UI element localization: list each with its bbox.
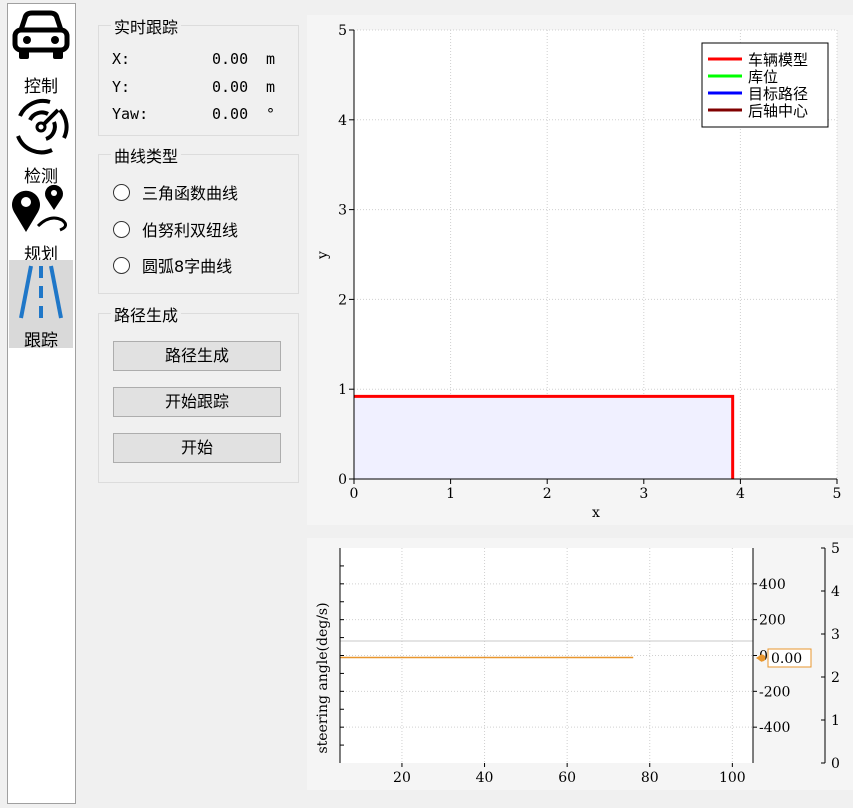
y-unit: m (266, 78, 276, 96)
realtime-group: 实时跟踪 X: 0.00 m Y: 0.00 m Yaw: 0.00 ° (98, 14, 299, 136)
start-tracking-button[interactable]: 开始跟踪 (113, 387, 281, 417)
y-tick-label: 2 (338, 292, 347, 308)
right-y-tick-label: 3 (831, 627, 840, 643)
group-title: 曲线类型 (111, 143, 182, 167)
x-label: X: (112, 50, 131, 68)
yaw-value: 0.00 (212, 105, 249, 123)
value-dot (758, 654, 766, 662)
group-title: 实时跟踪 (111, 14, 182, 38)
sidebar-item-control[interactable]: 控制 (9, 8, 73, 97)
x-tick-label: 20 (393, 770, 411, 786)
legend-label-parking: 库位 (748, 68, 778, 86)
y-tick-label: -400 (759, 720, 790, 736)
sidebar-item-label: 跟踪 (24, 331, 58, 351)
radio-lemniscate[interactable]: 伯努利双纽线 (113, 218, 238, 240)
right-y-tick-label: 2 (831, 670, 840, 686)
x-tick-label: 5 (833, 486, 842, 502)
radio-label: 圆弧8字曲线 (142, 257, 233, 276)
legend-label-target-path: 目标路径 (748, 85, 808, 103)
trajectory-plot-panel: 0 1 2 3 4 5 0 1 2 3 4 5 x y 车辆模型 库位 目标路径 后轴中心 (307, 15, 853, 525)
legend-label-vehicle: 车辆模型 (748, 51, 808, 69)
steering-plot-panel: 204060801004002000-200-400543210 steerin… (307, 538, 853, 790)
y-axis-label: y (315, 251, 331, 260)
radio-circle[interactable] (113, 256, 130, 274)
right-y-tick-label: 5 (831, 541, 840, 557)
yaw-unit: ° (266, 105, 276, 123)
group-title: 路径生成 (111, 302, 182, 326)
car-icon (12, 10, 70, 59)
radio-figure-eight[interactable]: 圆弧8字曲线 (113, 254, 232, 276)
sidebar-item-plan[interactable]: 规划 (9, 184, 73, 272)
x-tick-label: 0 (350, 486, 359, 502)
x-unit: m (266, 50, 276, 68)
sidebar-item-track[interactable]: 跟踪 (9, 260, 73, 351)
x-tick-label: 1 (446, 486, 455, 502)
vehicle-area (354, 396, 733, 479)
path-gen-group: 路径生成 路径生成 开始跟踪 开始 (98, 302, 299, 483)
right-y-tick-label: 4 (831, 584, 840, 600)
x-tick-label: 60 (558, 770, 576, 786)
y-label: Y: (112, 78, 131, 96)
map-pin-route-icon (12, 184, 67, 232)
y-tick-label: 400 (759, 577, 786, 593)
steering-plot[interactable]: 204060801004002000-200-400543210 steerin… (307, 538, 853, 790)
y-tick-label: -200 (759, 684, 790, 700)
radio-circle[interactable] (113, 220, 130, 238)
generate-path-button[interactable]: 路径生成 (113, 341, 281, 371)
sidebar-item-label: 控制 (24, 77, 58, 97)
y-tick-label: 1 (338, 382, 347, 398)
lane-road-icon (19, 265, 63, 319)
yaw-label: Yaw: (112, 105, 149, 123)
legend-label-rear-axle: 后轴中心 (748, 102, 808, 120)
radio-trig-curve[interactable]: 三角函数曲线 (113, 181, 238, 203)
radio-label: 三角函数曲线 (142, 184, 239, 203)
right-y-tick-label: 1 (831, 713, 840, 729)
radar-icon (16, 98, 69, 155)
y-tick-label: 5 (338, 23, 347, 39)
legend: 车辆模型 库位 目标路径 后轴中心 (701, 42, 829, 128)
trajectory-plot[interactable]: 0 1 2 3 4 5 0 1 2 3 4 5 x y 车辆模型 库位 目标路径 后轴中心 (307, 15, 853, 525)
y-tick-label: 200 (759, 613, 786, 629)
radio-label: 伯努利双纽线 (142, 221, 239, 240)
y-tick-label: 3 (338, 203, 347, 219)
y-axis-label: steering angle(deg/s) (315, 602, 331, 753)
curve-type-group: 曲线类型 三角函数曲线 伯努利双纽线 圆弧8字曲线 (98, 143, 299, 294)
sidebar-item-detect[interactable]: 检测 (9, 96, 73, 187)
y-tick-label: 0 (338, 472, 347, 488)
sidebar: 控制 检测 规划 跟踪 (7, 3, 76, 804)
x-tick-label: 100 (719, 770, 746, 786)
radio-circle[interactable] (113, 183, 130, 201)
y-value: 0.00 (212, 78, 249, 96)
x-value: 0.00 (212, 50, 249, 68)
right-y-tick-label: 0 (831, 756, 840, 772)
x-tick-label: 4 (736, 486, 745, 502)
x-tick-label: 3 (639, 486, 648, 502)
x-tick-label: 40 (476, 770, 494, 786)
x-tick-label: 2 (543, 486, 552, 502)
x-tick-label: 80 (641, 770, 659, 786)
start-button[interactable]: 开始 (113, 433, 281, 463)
y-tick-label: 4 (338, 113, 347, 129)
x-axis-label: x (592, 505, 600, 521)
current-value: 0.00 (771, 651, 802, 667)
